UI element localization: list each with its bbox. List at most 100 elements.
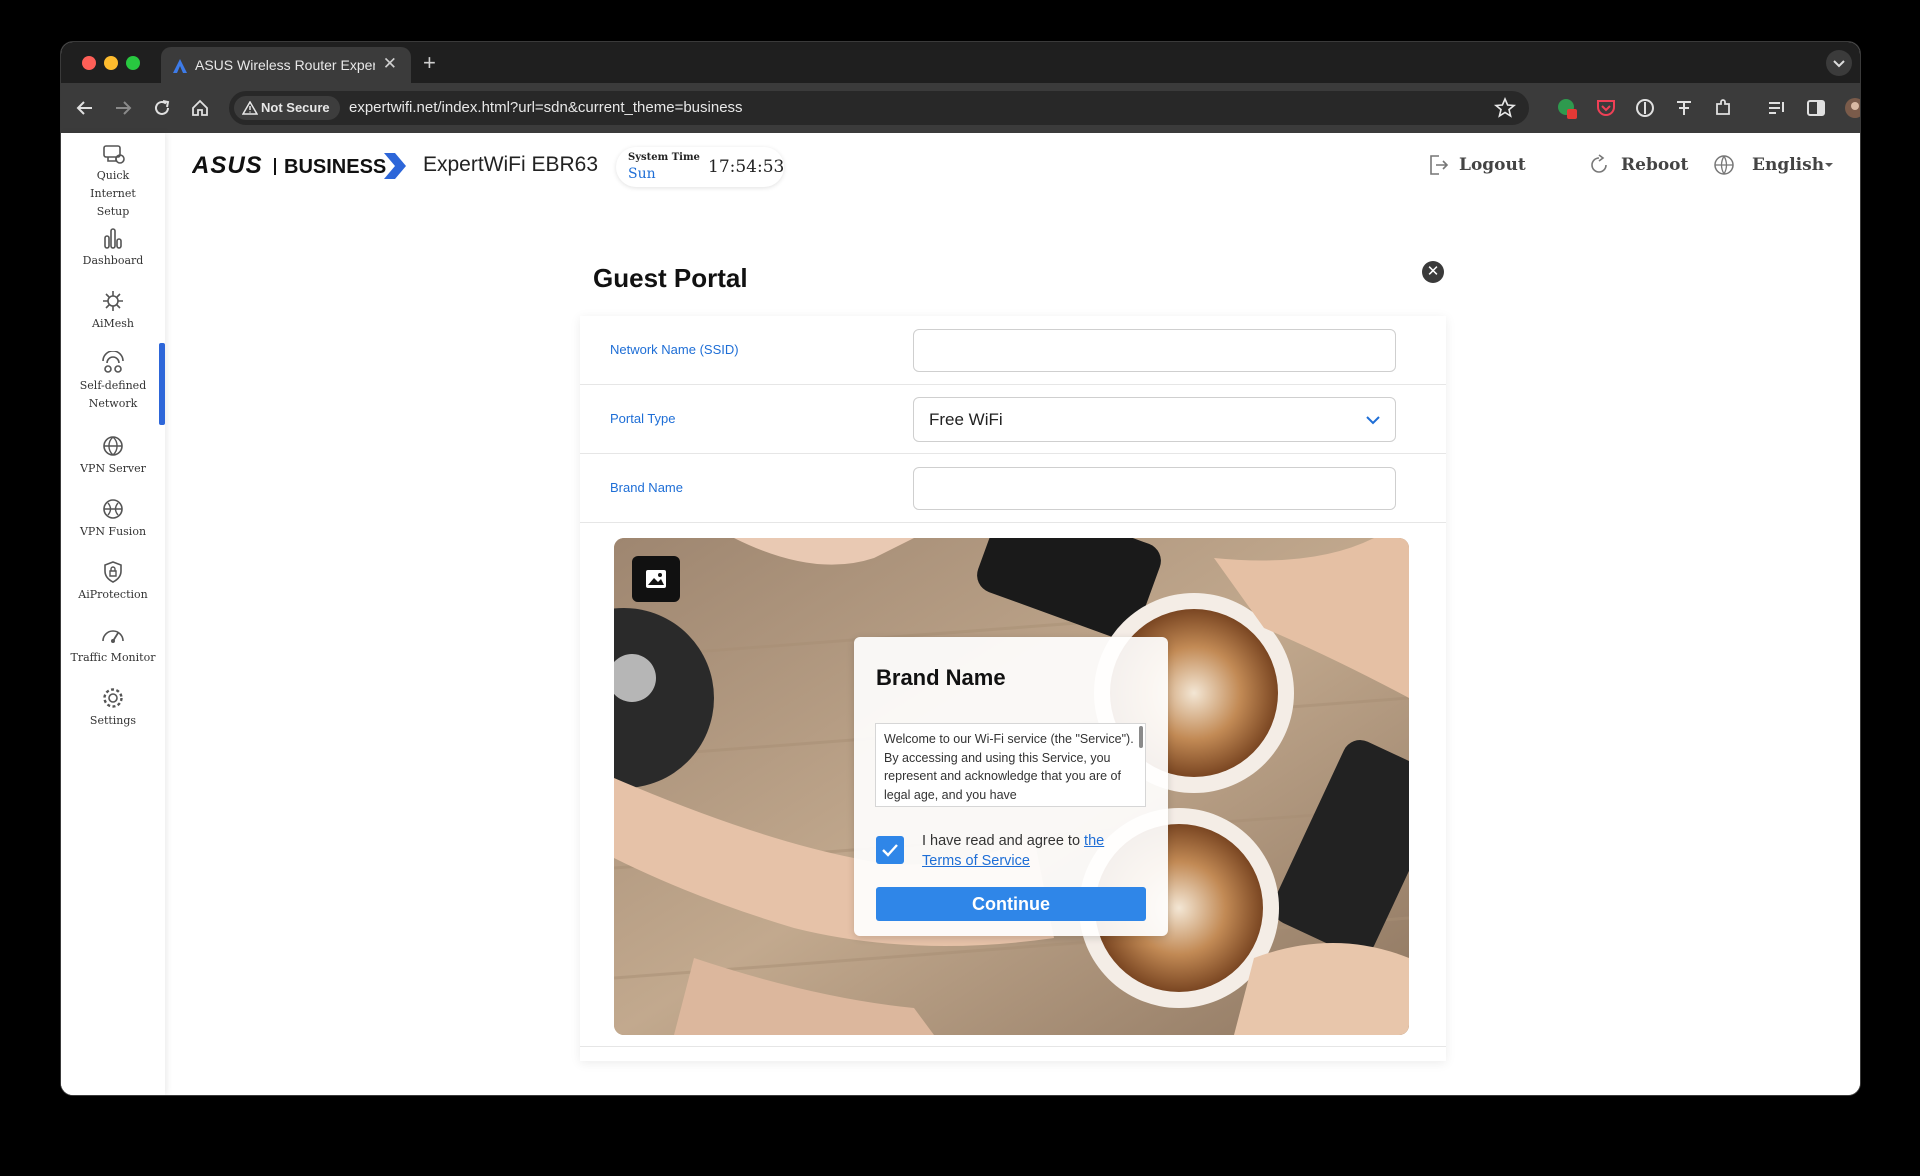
sidebar-item-label: Dashboard — [82, 254, 144, 267]
terms-scrollbar[interactable] — [1139, 726, 1143, 748]
bookmark-star-icon[interactable] — [1493, 96, 1517, 120]
forward-icon[interactable] — [112, 97, 134, 119]
system-time-widget: System Time Sun 17:54:53 — [616, 147, 784, 187]
logout-label: Logout — [1459, 155, 1526, 175]
portal-login-card: Brand Name Welcome to our Wi-Fi service … — [854, 637, 1168, 936]
browser-window: ASUS Wireless Router Exper ✕ + Not Secur… — [61, 42, 1860, 1095]
agree-label: I have read and agree to — [922, 833, 1085, 849]
aimesh-icon — [103, 291, 123, 311]
tab-close-icon[interactable]: ✕ — [383, 54, 397, 74]
vpn-server-icon — [103, 436, 123, 456]
reboot-label: Reboot — [1621, 155, 1689, 175]
ssid-label: Network Name (SSID) — [610, 342, 739, 357]
continue-button[interactable]: Continue — [876, 887, 1146, 921]
asus-business-logo: ASUS BUSINESS — [192, 152, 406, 179]
sidebar-item-vpn-fusion[interactable]: VPN Fusion — [61, 497, 165, 541]
chevron-down-icon — [1833, 60, 1845, 68]
minimize-window-button[interactable] — [104, 56, 118, 70]
checkmark-icon — [882, 844, 898, 857]
close-modal-button[interactable]: ✕ — [1422, 261, 1444, 283]
agree-text: I have read and agree to the Terms of Se… — [922, 831, 1147, 871]
router-web-page: Quick Internet Setup Dashboard AiMesh Se… — [61, 133, 1860, 1095]
back-icon[interactable] — [74, 97, 96, 119]
brand-name-input[interactable] — [913, 467, 1396, 510]
sidebar-item-quick-internet-setup[interactable]: Quick Internet Setup — [61, 143, 165, 221]
tab-search-button[interactable] — [1826, 50, 1852, 76]
terms-text: Welcome to our Wi-Fi service (the "Servi… — [884, 732, 1134, 802]
sidebar-item-label: Quick Internet Setup — [90, 169, 136, 218]
sidebar-item-label: VPN Fusion — [79, 525, 147, 538]
reboot-button[interactable]: Reboot — [1587, 153, 1688, 179]
media-control-icon[interactable] — [1766, 97, 1788, 119]
maximize-window-button[interactable] — [126, 56, 140, 70]
sidebar-item-traffic-monitor[interactable]: Traffic Monitor — [61, 623, 165, 667]
translate-icon[interactable] — [1673, 97, 1695, 119]
aiprotection-icon — [104, 561, 122, 583]
settings-icon — [103, 688, 123, 708]
brand-name-row: Brand Name — [580, 454, 1446, 523]
sidebar-item-aiprotection[interactable]: AiProtection — [61, 560, 165, 604]
dashboard-icon — [104, 228, 122, 249]
sidebar-item-vpn-server[interactable]: VPN Server — [61, 434, 165, 478]
chevron-down-icon — [1366, 416, 1380, 425]
system-time-label: System Time — [628, 152, 700, 163]
sidebar-active-indicator — [159, 343, 165, 425]
sidebar-item-self-defined-network[interactable]: Self-defined Network — [61, 351, 165, 413]
guest-portal-panel: Network Name (SSID) Portal Type Free WiF… — [580, 316, 1446, 1061]
self-defined-network-icon — [102, 351, 124, 373]
system-time-value: 17:54:53 — [708, 157, 785, 177]
traffic-monitor-icon — [102, 630, 124, 643]
portal-type-row: Portal Type Free WiFi — [580, 385, 1446, 454]
sidebar-item-label: Traffic Monitor — [70, 651, 156, 664]
pocket-icon[interactable] — [1595, 97, 1617, 119]
extensions-puzzle-icon[interactable] — [1712, 97, 1734, 119]
system-day: Sun — [628, 166, 656, 182]
extension-shield-icon[interactable] — [1634, 97, 1656, 119]
reboot-icon — [1591, 154, 1607, 173]
caret-down-icon — [1825, 163, 1833, 167]
security-indicator[interactable]: Not Secure — [234, 96, 340, 120]
globe-icon — [1714, 155, 1734, 175]
home-icon[interactable] — [189, 97, 211, 119]
side-panel-icon[interactable] — [1805, 97, 1827, 119]
ssid-input[interactable] — [913, 329, 1396, 372]
warning-icon — [242, 101, 258, 115]
brand-logo-text: ASUS — [192, 152, 263, 179]
sidebar-item-dashboard[interactable]: Dashboard — [61, 226, 165, 270]
card-brand-name: Brand Name — [876, 665, 1006, 690]
extension-green-icon[interactable] — [1556, 97, 1578, 119]
address-bar[interactable]: Not Secure expertwifi.net/index.html?url… — [229, 91, 1529, 125]
sidebar-item-settings[interactable]: Settings — [61, 686, 165, 730]
terms-text-box[interactable]: Welcome to our Wi-Fi service (the "Servi… — [875, 723, 1146, 807]
reload-icon[interactable] — [151, 97, 173, 119]
language-selector[interactable]: English — [1712, 153, 1837, 179]
security-label: Not Secure — [261, 100, 330, 115]
quick-setup-icon — [103, 145, 125, 164]
logout-button[interactable]: Logout — [1427, 153, 1526, 179]
browser-tab[interactable]: ASUS Wireless Router Exper ✕ — [161, 47, 411, 83]
change-background-button[interactable] — [632, 556, 680, 602]
sidebar-item-label: VPN Server — [80, 462, 146, 475]
profile-avatar-icon[interactable] — [1844, 97, 1860, 119]
brand-name-label: Brand Name — [610, 480, 683, 495]
brand-sub-text: BUSINESS — [284, 156, 386, 178]
page-header: ASUS BUSINESS ExpertWiFi EBR63 System Ti… — [165, 133, 1860, 199]
portal-type-label: Portal Type — [610, 411, 676, 426]
tab-strip: ASUS Wireless Router Exper ✕ + — [61, 42, 1860, 83]
close-window-button[interactable] — [82, 56, 96, 70]
sidebar-item-label: AiMesh — [92, 317, 134, 330]
asus-favicon-icon — [173, 59, 187, 73]
browser-toolbar: Not Secure expertwifi.net/index.html?url… — [61, 83, 1860, 133]
portal-type-value: Free WiFi — [929, 410, 1003, 429]
sidebar: Quick Internet Setup Dashboard AiMesh Se… — [61, 133, 165, 1095]
portal-type-select[interactable]: Free WiFi — [913, 397, 1396, 442]
modal-title: Guest Portal — [593, 263, 748, 293]
ssid-row: Network Name (SSID) — [580, 316, 1446, 385]
language-label: English — [1752, 155, 1825, 175]
agree-checkbox[interactable] — [876, 836, 904, 864]
sidebar-item-label: Settings — [89, 714, 137, 727]
image-icon — [646, 570, 666, 588]
sidebar-item-aimesh[interactable]: AiMesh — [61, 289, 165, 333]
sidebar-item-label: AiProtection — [78, 588, 148, 601]
new-tab-button[interactable]: + — [423, 50, 436, 76]
